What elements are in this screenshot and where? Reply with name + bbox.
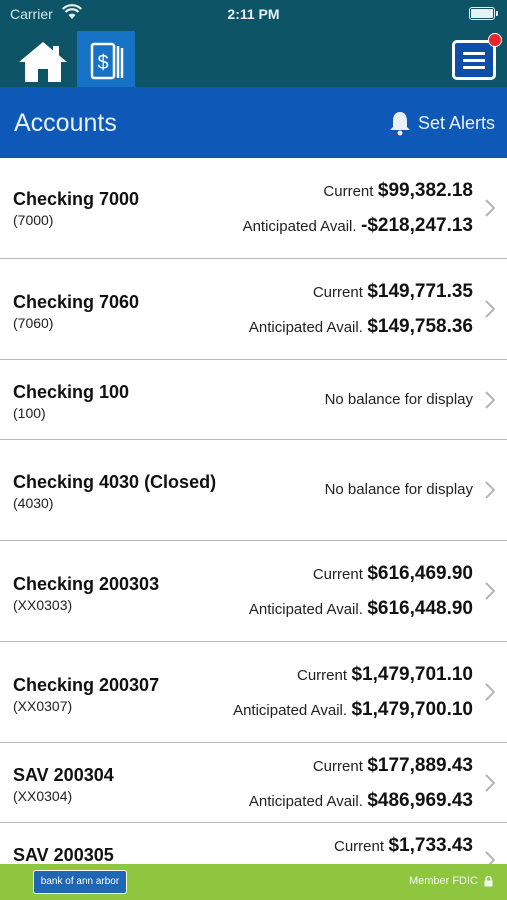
bank-logo[interactable]: bank of ann arbor [33,870,127,894]
current-amount: $1,479,701.10 [351,664,473,685]
current-balance: Current $1,479,701.10 [297,664,473,686]
home-tab[interactable] [16,38,70,86]
no-balance-text: No balance for display [324,391,473,408]
account-row[interactable]: Checking 4030 (Closed) (4030) No balance… [0,440,507,541]
no-balance-text: No balance for display [324,481,473,498]
current-amount: $149,771.35 [367,281,473,302]
status-bar: Carrier 2:11 PM [0,0,507,28]
chevron-right-icon [485,582,495,600]
anticipated-balance: Anticipated Avail. $616,448.90 [249,598,473,620]
account-name: Checking 7000 [13,189,140,209]
account-number: (XX0303) [13,597,73,613]
current-amount: $1,733.43 [388,835,473,856]
chevron-right-icon [485,199,495,217]
set-alerts-button[interactable]: Set Alerts [388,109,495,137]
anticipated-label: Anticipated Avail. [248,601,363,618]
anticipated-balance: Anticipated Avail. $1,479,700.10 [233,699,473,721]
bell-icon [389,112,410,136]
account-number: (7060) [13,315,54,331]
menu-button[interactable] [452,33,502,80]
member-fdic: Member FDIC [409,875,493,887]
page-title: Accounts [14,109,117,137]
accounts-tab[interactable]: $ [77,31,135,87]
anticipated-label: Anticipated Avail. [248,319,363,336]
current-label: Current [333,838,385,855]
account-name: Checking 100 [13,382,130,402]
current-balance: Current $149,771.35 [313,281,473,303]
current-balance: Current $177,889.43 [313,755,473,777]
top-nav-bar: Carrier 2:11 PM $ [0,0,507,87]
chevron-right-icon [485,300,495,318]
anticipated-amount: $616,448.90 [367,598,473,619]
current-label: Current [312,758,363,775]
footer-bar: bank of ann arbor Member FDIC [0,864,507,900]
current-label: Current [312,284,363,301]
chevron-right-icon [485,391,495,409]
account-name: SAV 200304 [13,765,114,785]
account-row[interactable]: Checking 200307 (XX0307) Current $1,479,… [0,642,507,743]
anticipated-balance: Anticipated Avail. $149,758.36 [249,316,473,338]
account-number: (100) [13,405,46,421]
anticipated-balance: Anticipated Avail. -$218,247.13 [243,215,473,237]
current-label: Current [323,183,374,200]
current-amount: $616,469.90 [367,563,473,584]
chevron-right-icon [485,774,495,792]
account-name: SAV 200305 [13,845,114,865]
anticipated-amount: $149,758.36 [367,316,473,337]
bank-logo-text: bank of ann arbor [40,876,120,887]
current-amount: $177,889.43 [367,755,473,776]
account-number: (7000) [13,212,54,228]
anticipated-amount: -$218,247.13 [361,215,473,236]
home-icon [19,42,67,82]
account-row[interactable]: SAV 200304 (XX0304) Current $177,889.43 … [0,743,507,823]
account-row[interactable]: Checking 100 (100) No balance for displa… [0,360,507,440]
account-number: (4030) [13,495,54,511]
svg-text:$: $ [97,52,108,74]
status-time: 2:11 PM [227,6,280,22]
current-balance: Current $99,382.18 [323,180,473,202]
current-label: Current [312,566,363,583]
account-name: Checking 200303 [13,574,160,594]
notification-badge [488,33,502,47]
fdic-label: Member FDIC [408,875,478,887]
account-number: (XX0304) [13,788,73,804]
anticipated-label: Anticipated Avail. [242,218,357,235]
current-label: Current [297,667,348,684]
lock-icon [484,875,493,886]
account-row[interactable]: Checking 200303 (XX0303) Current $616,46… [0,541,507,642]
account-name: Checking 4030 (Closed) [13,472,217,492]
account-row[interactable]: Checking 7000 (7000) Current $99,382.18 … [0,158,507,259]
account-name: Checking 200307 [13,675,160,695]
dollar-bill-icon: $ [90,42,124,80]
anticipated-amount: $1,479,700.10 [351,699,473,720]
accounts-header: Accounts Set Alerts [0,87,507,158]
current-balance: Current $616,469.90 [313,563,473,585]
chevron-right-icon [485,683,495,701]
anticipated-label: Anticipated Avail. [233,702,348,719]
chevron-right-icon [485,481,495,499]
current-amount: $99,382.18 [377,180,473,201]
account-number: (XX0307) [13,698,73,714]
current-balance: Current $1,733.43 [334,835,473,857]
account-name: Checking 7060 [13,292,140,312]
set-alerts-label: Set Alerts [417,112,495,133]
anticipated-amount: $486,969.43 [367,790,473,811]
account-row[interactable]: Checking 7060 (7060) Current $149,771.35… [0,259,507,360]
anticipated-balance: Anticipated Avail. $486,969.43 [249,790,473,812]
battery-icon [469,7,498,20]
anticipated-label: Anticipated Avail. [248,793,363,810]
